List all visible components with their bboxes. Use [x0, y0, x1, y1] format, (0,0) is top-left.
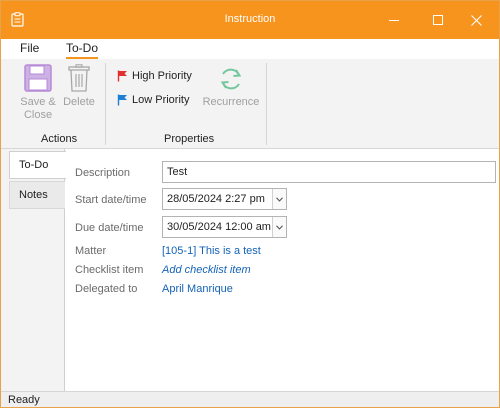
- ribbon: Save & Close Delete Actions High Priorit…: [1, 59, 499, 149]
- properties-group-label: Properties: [164, 133, 215, 145]
- ribbon-separator: [105, 63, 106, 145]
- low-priority-label: Low Priority: [132, 94, 190, 106]
- low-priority-button[interactable]: Low Priority: [117, 94, 189, 106]
- save-close-button[interactable]: Save & Close: [17, 64, 59, 122]
- tab-file[interactable]: File: [20, 41, 39, 55]
- close-button[interactable]: [453, 1, 499, 39]
- start-date-value: 28/05/2024 2:27 pm: [167, 193, 265, 205]
- matter-label: Matter: [75, 245, 107, 257]
- description-label: Description: [75, 167, 131, 179]
- red-flag-icon: [117, 70, 127, 82]
- start-date-label: Start date/time: [75, 194, 147, 206]
- blue-flag-icon: [117, 94, 127, 106]
- save-close-label-line2: Close: [23, 109, 53, 121]
- start-date-dropdown-button[interactable]: [272, 189, 286, 209]
- chevron-down-icon: [276, 224, 283, 230]
- side-tab-to-do[interactable]: To-Do: [9, 151, 66, 179]
- start-date-picker[interactable]: 28/05/2024 2:27 pm: [162, 188, 287, 210]
- maximize-icon: [433, 15, 443, 25]
- trash-icon: [68, 64, 90, 92]
- status-bar: Ready: [1, 391, 499, 407]
- delete-button[interactable]: Delete: [63, 64, 95, 109]
- due-date-dropdown-button[interactable]: [272, 217, 286, 237]
- due-date-picker[interactable]: 30/05/2024 12:00 am: [162, 216, 287, 238]
- to-do-form: Description Test Start date/time 28/05/2…: [66, 149, 499, 391]
- status-text: Ready: [8, 394, 40, 406]
- delegated-to-link[interactable]: April Manrique: [162, 283, 233, 295]
- menu-bar: File To-Do: [1, 39, 499, 59]
- tab-to-do[interactable]: To-Do: [66, 41, 99, 59]
- delete-label: Delete: [63, 96, 95, 108]
- recurrence-button[interactable]: Recurrence: [201, 66, 261, 109]
- title-bar: Instruction: [1, 1, 499, 39]
- high-priority-label: High Priority: [132, 70, 192, 82]
- actions-group-label: Actions: [41, 133, 78, 145]
- checklist-item-label: Checklist item: [75, 264, 144, 276]
- description-field[interactable]: Test: [162, 161, 496, 183]
- due-date-value: 30/05/2024 12:00 am: [167, 221, 271, 233]
- high-priority-button[interactable]: High Priority: [117, 70, 192, 82]
- chevron-down-icon: [276, 196, 283, 202]
- ribbon-separator: [266, 63, 267, 145]
- refresh-cycle-icon: [220, 68, 242, 90]
- tab-to-do-label: To-Do: [66, 41, 99, 55]
- minimize-icon: [389, 19, 399, 21]
- instruction-window: Instruction File To-Do Save & Close Dele…: [0, 0, 500, 408]
- recurrence-label: Recurrence: [202, 96, 260, 108]
- matter-link[interactable]: [105-1] This is a test: [162, 245, 261, 257]
- minimize-button[interactable]: [371, 1, 417, 39]
- add-checklist-item-link[interactable]: Add checklist item: [162, 264, 251, 276]
- due-date-label: Due date/time: [75, 222, 144, 234]
- floppy-disk-icon: [24, 64, 52, 92]
- side-tab-notes[interactable]: Notes: [9, 181, 65, 209]
- save-close-label-line1: Save &: [20, 96, 56, 108]
- close-icon: [470, 14, 482, 26]
- side-tabs: To-Do Notes: [1, 149, 66, 391]
- delegated-to-label: Delegated to: [75, 283, 138, 295]
